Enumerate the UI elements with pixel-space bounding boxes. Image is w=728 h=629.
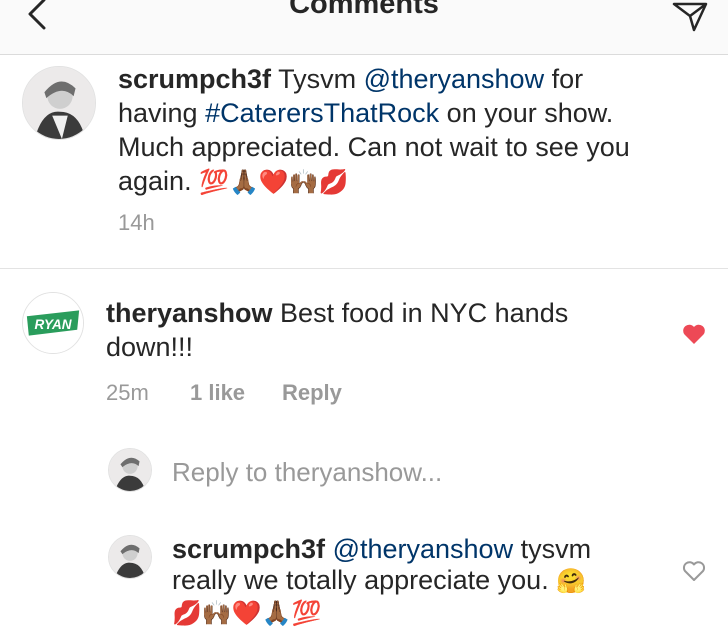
avatar[interactable] bbox=[108, 535, 152, 579]
reply-text: scrumpch3f @theryanshow tysvm really we … bbox=[172, 534, 642, 629]
like-count-label: 1 like bbox=[190, 380, 246, 405]
reply-emojis: 💋🙌🏾❤️🙏🏾💯 bbox=[172, 599, 322, 627]
comment-timestamp: 25m bbox=[106, 380, 149, 405]
profile-photo bbox=[109, 536, 151, 578]
reply-emoji: 🤗 bbox=[556, 567, 587, 595]
reply-input[interactable] bbox=[172, 452, 652, 492]
reply-mention[interactable]: @theryanshow bbox=[333, 534, 514, 564]
caption-mention[interactable]: @theryanshow bbox=[364, 64, 545, 94]
profile-photo bbox=[109, 449, 151, 491]
comment-username[interactable]: theryanshow bbox=[106, 298, 273, 328]
divider bbox=[0, 268, 728, 269]
caption-hashtag[interactable]: #CaterersThatRock bbox=[205, 98, 439, 128]
profile-photo bbox=[23, 67, 95, 139]
heart-filled-icon[interactable] bbox=[682, 323, 706, 345]
caption-text-part: Tysvm bbox=[271, 64, 364, 94]
reply-button-label: Reply bbox=[282, 380, 342, 405]
heart-outline-icon[interactable] bbox=[682, 560, 706, 582]
avatar[interactable] bbox=[108, 448, 152, 492]
paper-plane-icon[interactable] bbox=[670, 0, 710, 34]
ryan-show-logo: RYAN bbox=[23, 293, 83, 353]
caption-username[interactable]: scrumpch3f bbox=[118, 64, 271, 94]
top-bar: Comments bbox=[0, 0, 728, 55]
ryan-logo-text: RYAN bbox=[34, 317, 71, 332]
caption-timestamp: 14h bbox=[118, 210, 155, 235]
avatar[interactable] bbox=[22, 66, 96, 140]
comment-like-count[interactable]: 1 like bbox=[190, 380, 245, 406]
page-title: Comments bbox=[289, 0, 439, 20]
caption-text: scrumpch3f Tysvm @theryanshow for having… bbox=[118, 62, 638, 199]
reply-button[interactable]: Reply bbox=[282, 380, 342, 406]
reply-username[interactable]: scrumpch3f bbox=[172, 534, 325, 564]
comment-text: theryanshow Best food in NYC hands down!… bbox=[106, 296, 626, 364]
avatar[interactable]: RYAN bbox=[22, 292, 84, 354]
caption-emojis: 💯🙏🏾❤️🙌🏾💋 bbox=[199, 168, 349, 196]
